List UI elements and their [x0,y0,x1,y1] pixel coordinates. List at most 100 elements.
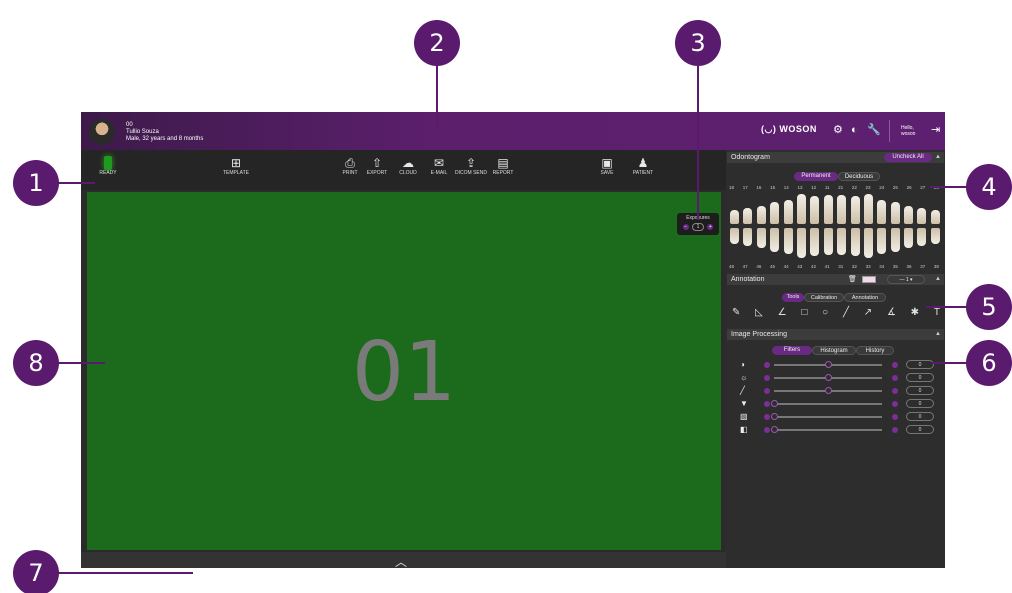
tooth[interactable] [930,210,940,224]
tooth[interactable] [796,194,806,224]
tooth[interactable] [863,228,873,258]
logout-icon[interactable]: ⇥ [931,124,940,136]
freehand-angle-icon[interactable]: ∡ [887,307,896,318]
angle-measure-icon[interactable]: ◺ [755,307,763,318]
increase-button[interactable] [892,401,898,407]
increase-button[interactable] [892,427,898,433]
export-button[interactable]: ⇧ EXPORT [360,156,394,176]
tab-calibration[interactable]: Calibration [804,293,844,302]
exposures-increase-button[interactable]: + [707,224,714,230]
tab-tools[interactable]: Tools [782,293,804,302]
line-icon[interactable]: ╱ [843,307,849,318]
collapse-icon[interactable]: ▲ [935,329,941,340]
tooth[interactable] [917,228,927,246]
increase-button[interactable] [892,414,898,420]
decrease-button[interactable] [764,375,770,381]
tooth[interactable] [770,228,780,252]
tooth[interactable] [877,228,887,254]
rectangle-icon[interactable]: □ [801,307,807,318]
thumbnail-drawer-bar[interactable]: ︿ [81,552,726,568]
slider-knob[interactable] [825,374,832,381]
tooth[interactable] [890,228,900,252]
collapse-icon[interactable]: ▲ [935,274,941,285]
chevron-up-icon[interactable]: ︿ [395,553,407,568]
tooth[interactable] [850,228,860,256]
arrow-icon[interactable]: ↗ [864,307,872,318]
uncheck-all-button[interactable]: Uncheck All [884,153,932,162]
tooth[interactable] [904,228,914,248]
report-button[interactable]: ▤ REPORT [486,156,520,176]
slider-knob[interactable] [825,387,832,394]
decrease-button[interactable] [764,427,770,433]
tooth[interactable] [850,196,860,224]
tooth[interactable] [743,208,753,224]
tab-annotation[interactable]: Annotation [844,293,886,302]
patient-avatar[interactable] [89,119,115,145]
tooth[interactable] [730,210,739,224]
slider-knob[interactable] [771,400,778,407]
slider-knob[interactable] [771,426,778,433]
theme-contrast-icon[interactable]: ◐ [851,124,858,136]
increase-button[interactable] [892,375,898,381]
tooth[interactable] [810,228,820,256]
tooth[interactable] [837,228,847,255]
tab-permanent[interactable]: Permanent [794,172,838,181]
image-viewer[interactable]: 01 Exposures − 1 + [87,192,721,550]
settings-gear-icon[interactable]: ⚙ [833,124,843,136]
tab-filters[interactable]: Filters [772,346,812,355]
sharpen-slider[interactable] [774,403,882,405]
filter-value[interactable]: 0 [906,425,934,434]
decrease-button[interactable] [764,414,770,420]
increase-button[interactable] [892,362,898,368]
angle-icon[interactable]: ∠ [778,307,787,318]
tooth[interactable] [904,206,914,224]
tooth[interactable] [770,202,780,224]
line-width-select[interactable]: — 1 ▾ [887,275,925,284]
slider-knob[interactable] [771,413,778,420]
filter-value[interactable]: 0 [906,373,934,382]
slider-knob[interactable] [825,361,832,368]
tooth[interactable] [917,208,927,224]
tab-deciduous[interactable]: Deciduous [838,172,880,181]
circle-icon[interactable]: ○ [822,307,828,318]
tooth[interactable] [877,200,887,224]
template-button[interactable]: ⊞ TEMPLATE [219,156,253,176]
increase-button[interactable] [892,388,898,394]
tooth[interactable] [890,202,900,224]
ruler-icon[interactable]: ✎ [732,307,740,318]
dicom-send-button[interactable]: ⇪ DICOM SEND [454,156,488,176]
color-picker-swatch[interactable] [862,276,876,283]
exposures-value[interactable]: 1 [691,223,705,231]
tooth[interactable] [837,195,847,224]
collapse-icon[interactable]: ▲ [935,152,941,163]
filter-value[interactable]: 0 [906,412,934,421]
text-tool-icon[interactable]: T [934,307,940,318]
cloud-button[interactable]: ☁ CLOUD [391,156,425,176]
filter-value[interactable]: 0 [906,399,934,408]
tooth[interactable] [783,200,793,224]
tooth[interactable] [730,228,739,244]
tooth[interactable] [743,228,753,246]
tools-wrench-icon[interactable]: 🔧 [867,124,881,136]
asterisk-icon[interactable]: ✱ [911,307,919,318]
trash-icon[interactable]: 🗑 [848,274,857,285]
filter-value[interactable]: 0 [906,360,934,369]
tab-history[interactable]: History [856,346,894,355]
tooth[interactable] [823,228,833,255]
decrease-button[interactable] [764,362,770,368]
decrease-button[interactable] [764,401,770,407]
filter-value[interactable]: 0 [906,386,934,395]
tooth[interactable] [796,228,806,258]
tooth[interactable] [783,228,793,254]
gradient-slider[interactable] [774,416,882,418]
tooth[interactable] [930,228,940,244]
tooth[interactable] [810,196,820,224]
email-button[interactable]: ✉ E-MAIL [422,156,456,176]
tooth[interactable] [863,194,873,224]
exposures-decrease-button[interactable]: − [682,224,689,230]
tooth[interactable] [756,206,766,224]
invert-slider[interactable] [774,429,882,431]
decrease-button[interactable] [764,388,770,394]
tooth[interactable] [756,228,766,248]
tooth[interactable] [823,195,833,224]
